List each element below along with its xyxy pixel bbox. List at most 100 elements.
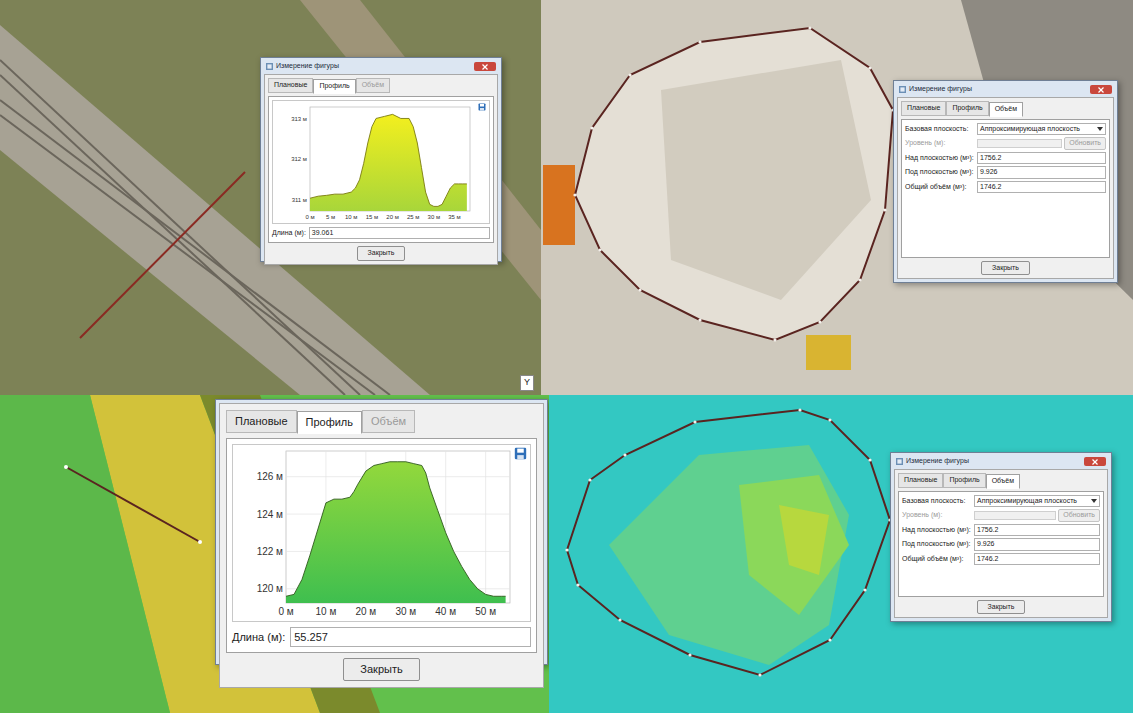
save-icon[interactable] bbox=[514, 447, 527, 460]
vertex[interactable] bbox=[638, 288, 641, 291]
tab[interactable]: Профиль bbox=[313, 79, 355, 94]
profile-segment bbox=[357, 471, 365, 484]
y-tick: 120 м bbox=[256, 583, 282, 594]
x-tick: 30 м bbox=[428, 214, 440, 220]
vertex[interactable] bbox=[828, 418, 831, 421]
value-field[interactable]: 1746.2 bbox=[974, 553, 1100, 566]
close-button[interactable]: Закрыть bbox=[981, 261, 1030, 276]
vertex[interactable] bbox=[576, 583, 579, 586]
vertex[interactable] bbox=[863, 588, 866, 591]
length-field[interactable]: 39.061 bbox=[309, 227, 490, 240]
vertex[interactable] bbox=[868, 66, 871, 69]
close-button[interactable]: Закрыть bbox=[357, 246, 406, 261]
profile-line[interactable] bbox=[80, 172, 245, 338]
profile-line[interactable] bbox=[66, 467, 200, 542]
profile-segment bbox=[477, 588, 485, 594]
profile-segment bbox=[450, 183, 454, 187]
tab-bar: ПлановыеПрофильОбъём bbox=[898, 473, 1104, 488]
x-tick: 5 м bbox=[326, 214, 335, 220]
vertex[interactable] bbox=[623, 453, 626, 456]
orthophoto-stockpile: Измерение фигурыПлановыеПрофильОбъёмБазо… bbox=[541, 0, 1133, 395]
chart-box: 126 м124 м122 м120 м0 м10 м20 м30 м40 м5… bbox=[232, 444, 531, 622]
close-window-button[interactable] bbox=[1084, 457, 1106, 466]
vertex[interactable] bbox=[565, 548, 568, 551]
profile-segment bbox=[365, 465, 373, 471]
profile-chart: 313 м312 м311 м0 м5 м10 м15 м20 м25 м30 … bbox=[286, 103, 476, 221]
vertex[interactable] bbox=[573, 193, 576, 196]
vertex[interactable] bbox=[698, 40, 701, 43]
window-title: Измерение фигуры bbox=[906, 456, 1081, 467]
profile-segment bbox=[463, 183, 467, 184]
field-label: Базовая плоскость: bbox=[902, 496, 972, 507]
length-field[interactable]: 55.257 bbox=[290, 627, 531, 648]
vertex[interactable] bbox=[590, 126, 593, 129]
profile-segment bbox=[421, 465, 425, 472]
vertex[interactable] bbox=[818, 320, 821, 323]
profile-segment bbox=[373, 463, 381, 465]
elevation-model-stockpile: Измерение фигуры ПлановыеПрофильОбъём Базо… bbox=[549, 395, 1133, 713]
profile-segment bbox=[426, 192, 430, 204]
close-window-button[interactable] bbox=[1090, 85, 1112, 94]
length-row: Длина (м):55.257 bbox=[232, 627, 531, 648]
profile-segment bbox=[434, 205, 438, 206]
profile-segment bbox=[309, 529, 317, 555]
profile-segment bbox=[364, 142, 368, 162]
vertex[interactable] bbox=[693, 420, 696, 423]
profile-area bbox=[310, 114, 467, 211]
tab[interactable]: Профиль bbox=[297, 411, 363, 434]
close-window-button[interactable] bbox=[474, 62, 496, 71]
vertex[interactable] bbox=[758, 673, 761, 676]
tab[interactable]: Плановые bbox=[901, 101, 946, 116]
measure-window: Измерение фигурыПлановыеПрофильОбъёмБазо… bbox=[893, 80, 1118, 283]
vertex[interactable] bbox=[868, 458, 871, 461]
vertex[interactable] bbox=[698, 318, 701, 321]
tab[interactable]: Плановые bbox=[898, 473, 943, 488]
value-field[interactable]: 9.926 bbox=[974, 538, 1100, 551]
tab[interactable]: Плановые bbox=[268, 78, 313, 93]
vertex[interactable] bbox=[618, 618, 621, 621]
vertex[interactable] bbox=[798, 408, 801, 411]
value-field[interactable]: 9.926 bbox=[977, 166, 1106, 179]
profile-segment bbox=[445, 532, 453, 551]
dropdown-arrow-icon bbox=[1097, 127, 1103, 131]
profile-segment bbox=[413, 126, 417, 142]
tab[interactable]: Плановые bbox=[226, 410, 297, 433]
y-tick: 313 м bbox=[291, 115, 307, 121]
profile-segment bbox=[376, 116, 384, 118]
tab: Объём bbox=[362, 410, 415, 433]
vertex[interactable] bbox=[598, 248, 601, 251]
x-tick: 15 м bbox=[366, 214, 378, 220]
tab-panel: 313 м312 м311 м0 м5 м10 м15 м20 м25 м30 … bbox=[268, 96, 494, 244]
field-row: Общий объём (м³):1746.2 bbox=[905, 181, 1106, 194]
tab[interactable]: Профиль bbox=[943, 473, 985, 488]
value-field[interactable]: 1756.2 bbox=[977, 152, 1106, 165]
field-row: Базовая плоскость:Аппроксимирующая плоск… bbox=[902, 495, 1100, 508]
vertex[interactable] bbox=[808, 26, 811, 29]
save-button[interactable] bbox=[514, 447, 527, 460]
plane-dropdown[interactable]: Аппроксимирующая плоскость bbox=[974, 495, 1100, 508]
plane-dropdown[interactable]: Аппроксимирующая плоскость bbox=[977, 123, 1106, 136]
profile-segment bbox=[381, 461, 389, 463]
close-button[interactable]: Закрыть bbox=[343, 658, 419, 681]
value-field[interactable]: 1756.2 bbox=[974, 524, 1100, 537]
value-field[interactable]: 1746.2 bbox=[977, 181, 1106, 194]
vertex[interactable] bbox=[883, 208, 886, 211]
vertex[interactable] bbox=[588, 478, 591, 481]
vertex[interactable] bbox=[773, 338, 776, 341]
window-title: Измерение фигуры bbox=[909, 84, 1087, 95]
close-button[interactable]: Закрыть bbox=[977, 600, 1026, 615]
tab[interactable]: Объём bbox=[989, 102, 1023, 117]
vertex[interactable] bbox=[858, 278, 861, 281]
vertex[interactable] bbox=[628, 73, 631, 76]
tab-panel: Базовая плоскость:Аппроксимирующая плоск… bbox=[898, 491, 1104, 597]
vertex[interactable] bbox=[828, 638, 831, 641]
save-button[interactable] bbox=[478, 103, 486, 111]
x-tick: 35 м bbox=[448, 214, 460, 220]
title-bar: Измерение фигуры bbox=[264, 61, 498, 74]
profile-segment bbox=[372, 118, 376, 126]
tab[interactable]: Объём bbox=[986, 474, 1020, 489]
save-icon[interactable] bbox=[478, 103, 486, 111]
tab[interactable]: Профиль bbox=[946, 101, 988, 116]
vertex[interactable] bbox=[688, 653, 691, 656]
app-icon bbox=[896, 458, 903, 465]
